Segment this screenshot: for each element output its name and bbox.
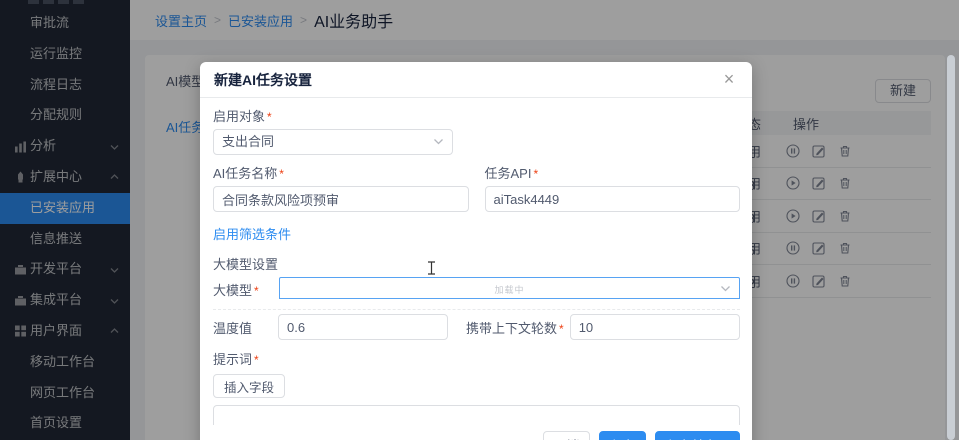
dropdown-panel-edge — [213, 303, 740, 310]
model-select[interactable]: 加载中 — [279, 277, 740, 299]
task-api-input[interactable] — [486, 187, 740, 211]
context-rounds-input[interactable] — [571, 315, 739, 339]
page-scrollbar[interactable] — [947, 55, 955, 440]
insert-field-button[interactable]: 插入字段 — [213, 374, 285, 398]
required-mark: * — [267, 110, 272, 124]
model-dropdown-hint: 加载中 — [280, 283, 739, 296]
chevron-down-icon — [433, 136, 444, 147]
enable-object-select[interactable]: 支出合同 — [213, 129, 453, 155]
required-mark: * — [254, 353, 259, 367]
task-api-label: 任务API* — [485, 163, 741, 182]
model-section-label: 大模型设置 — [213, 254, 740, 273]
modal-body: 启用对象* 支出合同 AI任务名称* 任务API* 启用筛选条件 大模型设置 大… — [200, 98, 752, 440]
temperature-input[interactable] — [279, 315, 447, 339]
required-mark: * — [279, 167, 284, 181]
enable-object-label: 启用对象* — [213, 106, 740, 125]
required-mark: * — [533, 167, 538, 181]
task-name-field — [213, 186, 469, 212]
modal-footer: 取消 保存 保存并启用 — [200, 425, 752, 440]
enable-filter-link[interactable]: 启用筛选条件 — [213, 224, 291, 243]
required-mark: * — [559, 322, 564, 336]
task-name-input[interactable] — [214, 187, 468, 211]
new-ai-task-modal: 新建AI任务设置 × 启用对象* 支出合同 AI任务名称* 任务API* 启用筛… — [200, 62, 752, 440]
enable-object-value: 支出合同 — [214, 130, 452, 154]
close-icon[interactable]: × — [718, 69, 740, 91]
context-rounds-field — [570, 314, 740, 340]
temperature-field — [278, 314, 448, 340]
context-rounds-label: 携带上下文轮数* — [466, 318, 564, 337]
save-and-enable-button[interactable]: 保存并启用 — [655, 431, 740, 440]
modal-title: 新建AI任务设置 — [214, 62, 312, 98]
save-button[interactable]: 保存 — [599, 431, 646, 440]
task-api-field — [485, 186, 741, 212]
modal-header: 新建AI任务设置 × — [200, 62, 752, 98]
prompt-label: 提示词* — [213, 349, 740, 368]
app-screen: 审批流 运行监控 流程日志 分配规则 分析 扩展中心 已安装应用 信息推送 开发… — [0, 0, 959, 440]
required-mark: * — [254, 284, 259, 298]
cancel-button[interactable]: 取消 — [543, 431, 590, 440]
temperature-label: 温度值 — [213, 318, 278, 337]
model-label: 大模型* — [213, 277, 279, 299]
chevron-down-icon — [720, 283, 731, 294]
task-name-label: AI任务名称* — [213, 163, 469, 182]
